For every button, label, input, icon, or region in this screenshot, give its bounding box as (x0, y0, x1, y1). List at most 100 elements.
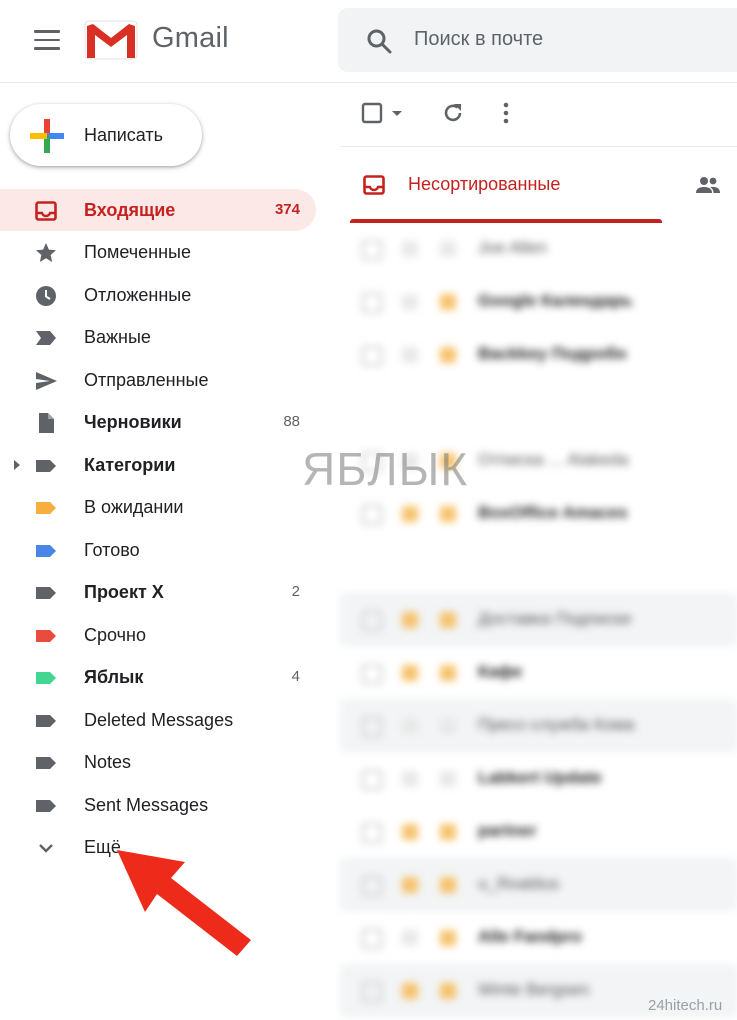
compose-button[interactable]: Написать (10, 104, 202, 166)
label-icon (36, 800, 56, 812)
message-row[interactable]: Доставка Подписки (340, 593, 737, 646)
label-icon (36, 630, 56, 642)
select-checkbox-icon[interactable] (360, 100, 386, 126)
sidebar-item-label: Категории (84, 455, 176, 475)
message-sender: Кафе (478, 662, 523, 681)
label-count: 4 (291, 668, 300, 685)
sidebar-item-label: В ожидании (84, 497, 184, 517)
message-row[interactable]: Joe Allen (340, 222, 737, 275)
message-row[interactable]: u_Roaldus (340, 858, 737, 911)
watermark: ЯБЛЫК (302, 443, 469, 495)
label-icon (36, 672, 56, 684)
sidebar-item-label-waiting[interactable]: В ожидании (0, 486, 316, 528)
message-sender: Labkert Update (478, 768, 602, 787)
sidebar-item-label-urgent[interactable]: Срочно (0, 614, 316, 656)
message-sender: Пресс-служба Кома (478, 715, 635, 734)
sidebar-item-label: Sent Messages (84, 795, 209, 815)
sidebar-item-categories[interactable]: Категории (0, 444, 316, 486)
gmail-brand: Gmail (152, 22, 229, 54)
sidebar-item-snoozed[interactable]: Отложенные (0, 274, 316, 316)
sidebar-item-drafts[interactable]: Черновики 88 (0, 401, 316, 443)
message-list: Joe Allen Google Календарь Backkey Подро… (340, 222, 737, 1017)
message-sender: u_Roaldus (478, 874, 560, 893)
sidebar-item-label: Помеченные (84, 242, 191, 262)
caret-down-icon[interactable] (390, 100, 404, 126)
label-icon (36, 502, 56, 514)
plus-icon (30, 119, 64, 153)
tab-primary[interactable]: Несортированные (350, 147, 662, 223)
sidebar-item-label: Проект X (84, 582, 164, 602)
sidebar-item-label: Отправленные (84, 370, 209, 390)
draft-icon (39, 413, 54, 433)
label-icon (36, 757, 56, 769)
main-menu-icon[interactable] (34, 30, 60, 50)
sidebar-item-label: Черновики (84, 412, 182, 432)
sidebar-item-label: Готово (84, 540, 140, 560)
label-icon (36, 545, 56, 557)
people-icon[interactable] (694, 173, 722, 197)
message-sender: BoxOffice Amaces (478, 503, 628, 522)
red-arrow-annotation (117, 850, 251, 956)
message-row[interactable]: Google Календарь (340, 275, 737, 328)
message-sender: Отписка ... Alakeda (478, 450, 629, 469)
label-icon (36, 715, 56, 727)
clock-icon (36, 286, 56, 306)
sidebar-item-important[interactable]: Важные (0, 316, 316, 358)
message-sender: Alle Fandpro (478, 927, 582, 946)
sidebar-item-label: Входящие (84, 200, 176, 220)
unread-count: 374 (274, 201, 300, 218)
label-icon (36, 460, 56, 472)
refresh-icon[interactable] (440, 100, 466, 126)
compose-label: Написать (84, 125, 164, 145)
star-icon (36, 243, 56, 262)
search-bar[interactable]: Поиск в почте (338, 8, 737, 72)
inbox-icon (35, 201, 57, 221)
message-row[interactable]: partner (340, 805, 737, 858)
sidebar-item-label: Важные (84, 327, 151, 347)
sidebar-item-starred[interactable]: Помеченные (0, 231, 316, 273)
send-icon (36, 372, 57, 390)
message-row[interactable]: Backkey Подробн (340, 328, 737, 381)
inbox-icon (363, 175, 385, 195)
sidebar-item-label-project-x[interactable]: Проект X 2 (0, 571, 316, 613)
sidebar-item-label-deleted-messages[interactable]: Deleted Messages (0, 699, 316, 741)
message-row[interactable]: Labkert Update (340, 752, 737, 805)
sidebar-item-label-notes[interactable]: Notes (0, 741, 316, 783)
sidebar-item-label-sent-messages[interactable]: Sent Messages (0, 784, 316, 826)
sidebar-item-label: Deleted Messages (84, 710, 234, 730)
sidebar-item-label: Срочно (84, 625, 146, 645)
sidebar-item-sent[interactable]: Отправленные (0, 359, 316, 401)
gmail-logo[interactable] (84, 20, 138, 60)
label-count: 2 (291, 583, 300, 600)
message-sender: Winte Bergsen (478, 980, 590, 999)
message-sender: Доставка Подписки (478, 609, 632, 628)
message-row[interactable] (340, 540, 737, 593)
message-sender: partner (478, 821, 537, 840)
message-sender: Google Календарь (478, 291, 633, 310)
search-icon[interactable] (366, 28, 392, 54)
chevron-down-icon (39, 844, 53, 853)
draft-count: 88 (283, 413, 300, 430)
category-tabs: Несортированные (340, 146, 737, 223)
sidebar-item-inbox[interactable]: Входящие 374 (0, 189, 316, 231)
top-bar: Gmail Поиск в почте (0, 0, 737, 83)
more-vert-icon[interactable] (493, 100, 519, 126)
message-row[interactable] (340, 381, 737, 434)
message-row[interactable]: Пресс-служба Кома (340, 699, 737, 752)
sidebar-item-label-done[interactable]: Готово (0, 529, 316, 571)
sidebar-item-label: Яблык (84, 667, 144, 687)
message-sender: Backkey Подробн (478, 344, 627, 363)
message-row[interactable]: Кафе (340, 646, 737, 699)
message-row[interactable]: Alle Fandpro (340, 911, 737, 964)
sidebar-item-label-yablyk[interactable]: Яблык 4 (0, 656, 316, 698)
main-panel: Несортированные Joe Allen Google Календа… (340, 82, 737, 1020)
search-input[interactable]: Поиск в почте (414, 28, 543, 51)
message-sender: Joe Allen (478, 238, 547, 257)
sidebar-item-label: Notes (84, 752, 132, 772)
tab-label: Несортированные (408, 174, 561, 194)
important-icon (36, 331, 56, 345)
sidebar-item-label: Отложенные (84, 285, 192, 305)
label-icon (36, 587, 56, 599)
expand-arrow-icon[interactable] (14, 460, 20, 470)
source-credit: 24hitech.ru (648, 997, 723, 1014)
